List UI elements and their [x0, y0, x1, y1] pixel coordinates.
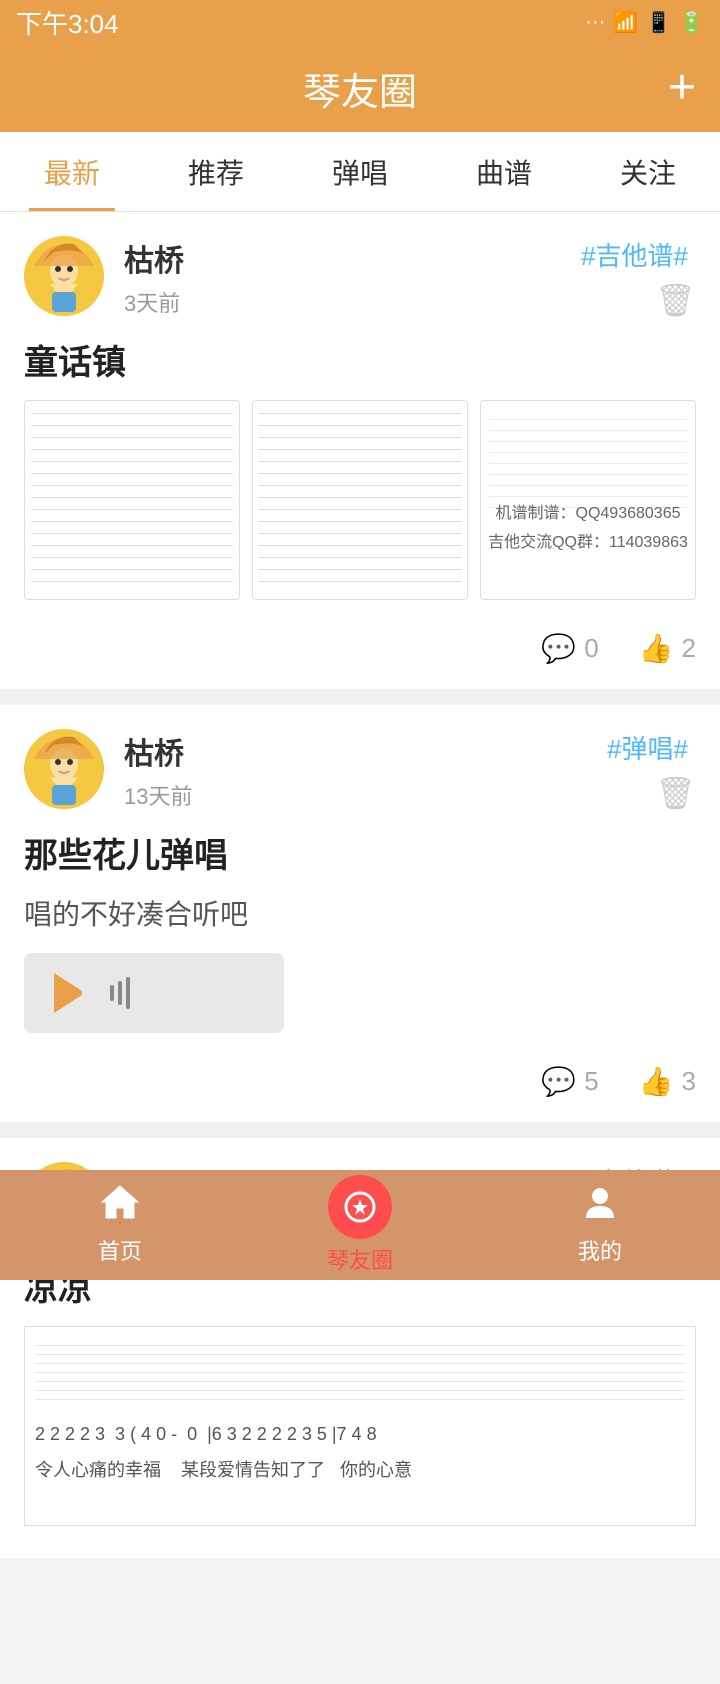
- post-header: 枯桥 3天前 #吉他谱# 🗑: [24, 236, 696, 319]
- tab-follow[interactable]: 关注: [576, 132, 720, 211]
- post-time: 13天前: [124, 779, 607, 811]
- sheet-image-1[interactable]: [24, 400, 240, 600]
- tab-recommend[interactable]: 推荐: [144, 132, 288, 211]
- bottom-nav: 首页 琴友圈 我的: [0, 1170, 720, 1280]
- header-title: 琴友圈: [303, 61, 417, 116]
- status-icons: ··· 📶 📱 🔋: [585, 10, 704, 35]
- like-icon: 👍: [639, 1065, 674, 1098]
- comment-icon: 💬: [541, 632, 576, 665]
- like-stat[interactable]: 👍 2: [639, 632, 696, 665]
- post-actions-top: #弹唱# 🗑: [607, 729, 696, 812]
- status-time: 下午3:04: [16, 4, 119, 41]
- feed: 枯桥 3天前 #吉他谱# 🗑 童话镇: [0, 212, 720, 1558]
- delete-button[interactable]: 🗑: [655, 281, 696, 319]
- nav-community[interactable]: 琴友圈: [240, 1175, 480, 1275]
- avatar-image: [24, 729, 104, 809]
- header: 琴友圈 +: [0, 44, 720, 132]
- post-username: 枯桥: [124, 236, 581, 280]
- comment-icon: 💬: [541, 1065, 576, 1098]
- post-card: 枯桥 13天前 #弹唱# 🗑 那些花儿弹唱 唱的不好凑合听吧 💬 5: [0, 705, 720, 1122]
- delete-button[interactable]: 🗑: [655, 774, 696, 812]
- partial-sheet-image[interactable]: 2 2 2 2 3 3 ( 4 0 - 0 |6 3 2 2 2 2 3 5 |…: [24, 1326, 696, 1526]
- comment-count: 0: [584, 633, 598, 664]
- avatar[interactable]: [24, 236, 104, 316]
- sheet-watermark: 机谱制谱：QQ493680365 吉他交流QQ群：114039863: [488, 500, 688, 579]
- comment-count: 5: [584, 1066, 598, 1097]
- community-icon-bg: [328, 1175, 392, 1239]
- battery-icon: 🔋: [679, 10, 704, 35]
- tab-latest[interactable]: 最新: [0, 132, 144, 211]
- sheet-image-3[interactable]: 机谱制谱：QQ493680365 吉他交流QQ群：114039863: [480, 400, 696, 600]
- post-footer: 💬 0 👍 2: [24, 620, 696, 665]
- post-card: 枯桥 3天前 #吉他谱# 🗑 童话镇: [0, 212, 720, 689]
- sheet-images: 机谱制谱：QQ493680365 吉他交流QQ群：114039863: [24, 400, 696, 600]
- like-count: 2: [682, 633, 696, 664]
- nav-profile-label: 我的: [578, 1234, 622, 1266]
- bottom-padding: [0, 1574, 720, 1684]
- play-icon: [54, 973, 94, 1013]
- signal-icon: 📱: [646, 10, 671, 35]
- post-text: 唱的不好凑合听吧: [24, 893, 696, 933]
- home-icon: [100, 1184, 140, 1230]
- sound-waves: [110, 977, 130, 1009]
- wifi-icon: 📶: [613, 10, 638, 35]
- status-bar: 下午3:04 ··· 📶 📱 🔋: [0, 0, 720, 44]
- nav-home-label: 首页: [98, 1234, 142, 1266]
- post-tag[interactable]: #吉他谱#: [581, 236, 688, 273]
- add-button[interactable]: +: [668, 64, 696, 112]
- post-time: 3天前: [124, 286, 581, 318]
- post-tag[interactable]: #弹唱#: [607, 729, 688, 766]
- post-user-info: 枯桥 13天前: [124, 729, 607, 811]
- post-footer: 💬 5 👍 3: [24, 1053, 696, 1098]
- tab-play[interactable]: 弹唱: [288, 132, 432, 211]
- tab-bar: 最新 推荐 弹唱 曲谱 关注: [0, 132, 720, 212]
- post-actions-top: #吉他谱# 🗑: [581, 236, 696, 319]
- post-username: 枯桥: [124, 729, 607, 773]
- avatar-image: [24, 236, 104, 316]
- comment-stat[interactable]: 💬 0: [541, 632, 598, 665]
- comment-stat[interactable]: 💬 5: [541, 1065, 598, 1098]
- nav-profile[interactable]: 我的: [480, 1184, 720, 1266]
- wave-1: [110, 985, 114, 1001]
- nav-community-label: 琴友圈: [327, 1243, 393, 1275]
- post-header: 枯桥 13天前 #弹唱# 🗑: [24, 729, 696, 812]
- wave-2: [118, 981, 122, 1005]
- tab-score[interactable]: 曲谱: [432, 132, 576, 211]
- audio-player[interactable]: [24, 953, 284, 1033]
- wave-3: [126, 977, 130, 1009]
- profile-icon: [582, 1184, 618, 1230]
- post-user-info: 枯桥 3天前: [124, 236, 581, 318]
- post-title: 那些花儿弹唱: [24, 828, 696, 877]
- avatar[interactable]: [24, 729, 104, 809]
- like-count: 3: [682, 1066, 696, 1097]
- like-icon: 👍: [639, 632, 674, 665]
- dots-icon: ···: [585, 11, 605, 34]
- sheet-image-2[interactable]: [252, 400, 468, 600]
- nav-home[interactable]: 首页: [0, 1184, 240, 1266]
- post-title: 童话镇: [24, 335, 696, 384]
- like-stat[interactable]: 👍 3: [639, 1065, 696, 1098]
